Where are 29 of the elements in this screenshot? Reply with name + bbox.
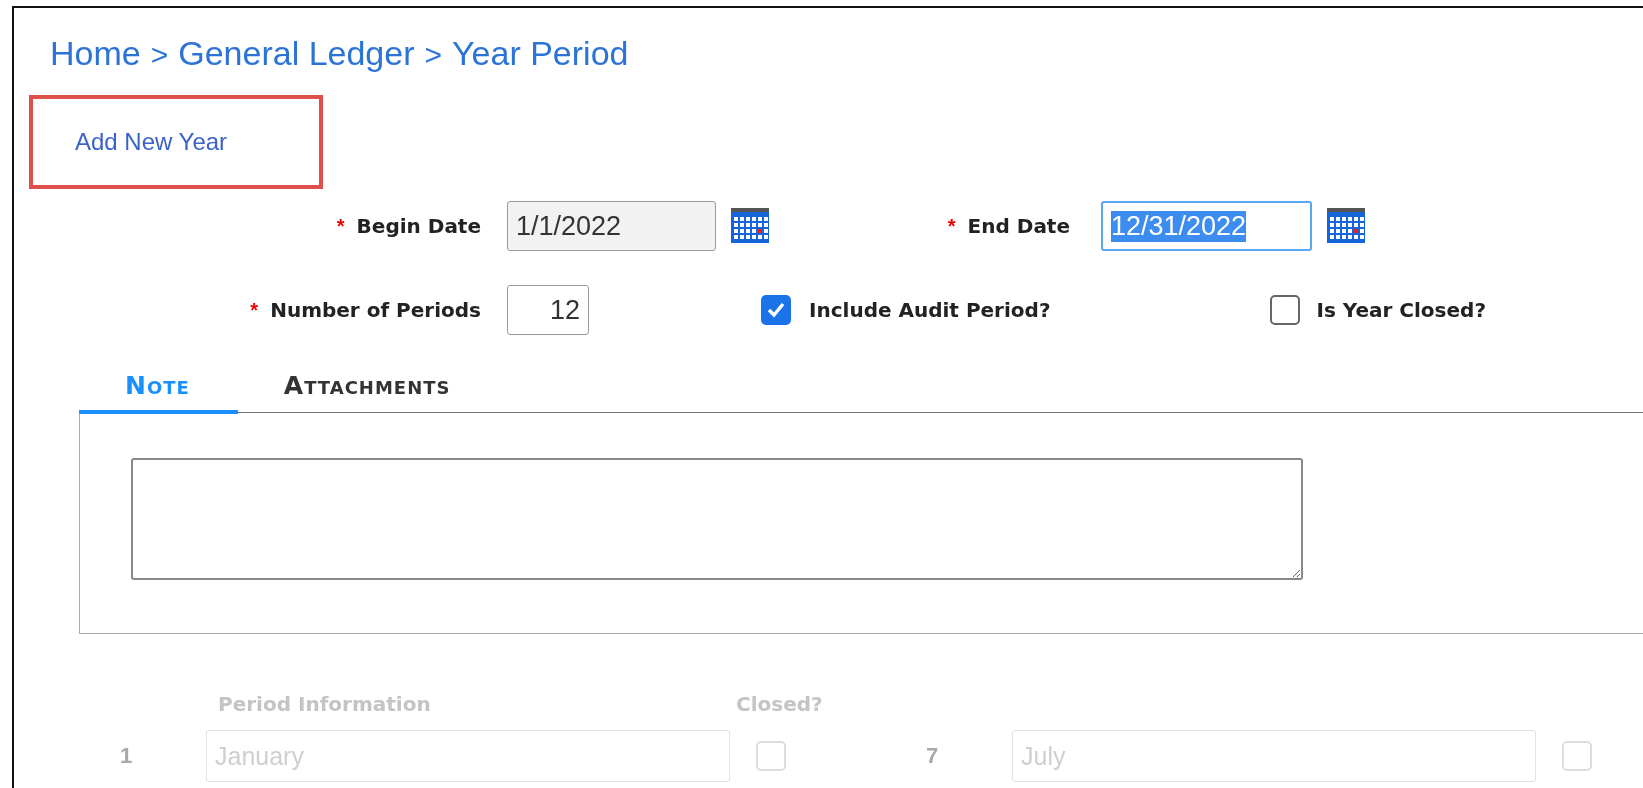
checkbox-label: Is Year Closed?	[1316, 298, 1486, 322]
breadcrumb-link[interactable]: Home	[50, 34, 141, 73]
date-field[interactable]: 1/1/2022	[507, 201, 716, 251]
breadcrumb-separator: >	[424, 38, 443, 72]
section-heading: Period Information	[218, 692, 432, 716]
required-asterisk: *	[250, 298, 259, 322]
period-number: 1	[120, 743, 134, 769]
column-heading: Closed?	[736, 692, 823, 716]
required-asterisk: *	[336, 214, 345, 238]
breadcrumb-link[interactable]: Year Period	[452, 34, 629, 73]
checkbox[interactable]	[1270, 295, 1301, 325]
required-asterisk: *	[947, 214, 956, 238]
calendar-icon[interactable]	[730, 208, 770, 244]
note-field[interactable]	[131, 458, 1303, 580]
breadcrumb-separator: >	[150, 38, 169, 72]
tab[interactable]: Attachments	[237, 365, 499, 414]
period-number: 7	[926, 743, 940, 769]
add-new-year-link[interactable]: Add New Year	[75, 128, 228, 156]
number-field[interactable]: 12	[507, 285, 589, 335]
breadcrumb-link[interactable]: General Ledger	[178, 34, 415, 73]
checkmark-icon	[766, 300, 786, 320]
checkbox[interactable]	[761, 295, 791, 325]
field-label: End Date	[967, 214, 1070, 238]
field-label: Begin Date	[356, 214, 481, 238]
tab[interactable]: Note	[79, 365, 238, 414]
date-field[interactable]: 12/31/2022	[1101, 201, 1312, 251]
checkbox-label: Include Audit Period?	[809, 298, 1051, 322]
field-label: Number of Periods	[270, 298, 481, 322]
calendar-icon[interactable]	[1326, 208, 1366, 244]
